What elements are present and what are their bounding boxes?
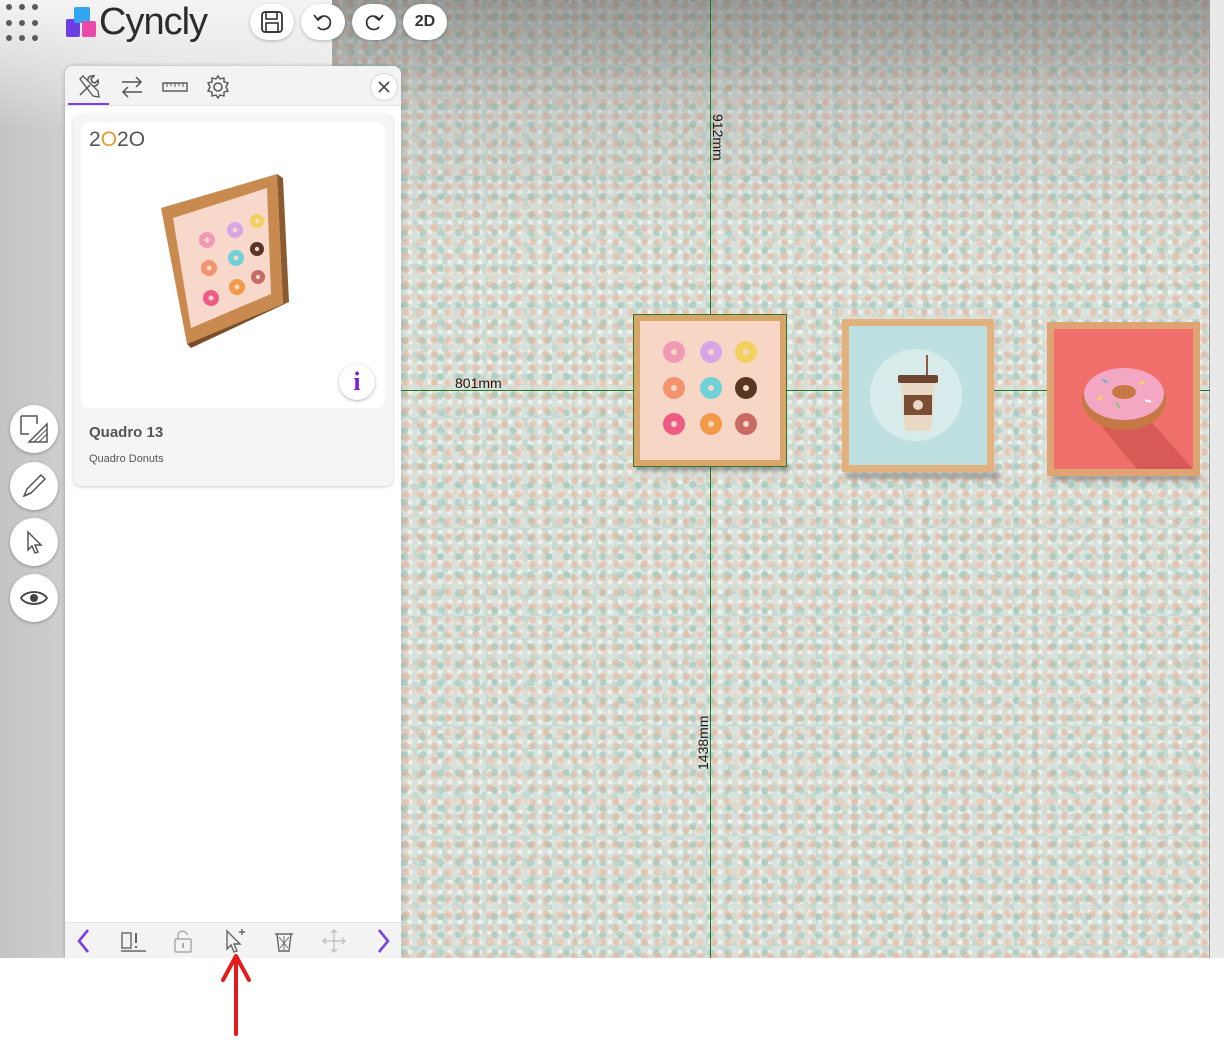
tab-measure[interactable] xyxy=(155,70,195,104)
tab-settings[interactable] xyxy=(198,70,238,104)
donut-frame[interactable] xyxy=(1047,322,1200,476)
undo-button[interactable] xyxy=(301,4,345,40)
draw-button[interactable] xyxy=(10,462,58,510)
dimension-top: 912mm xyxy=(710,114,726,161)
unlock-icon xyxy=(174,930,192,953)
next-button[interactable] xyxy=(367,925,399,957)
panel-tabs xyxy=(65,66,401,106)
dimension-left: 801mm xyxy=(455,375,502,391)
wall-edge xyxy=(1209,0,1210,958)
select-button[interactable] xyxy=(10,518,58,566)
frame-shadow xyxy=(846,471,1000,479)
coffee-frame[interactable] xyxy=(842,319,994,472)
active-tab-indicator xyxy=(68,103,109,105)
redo-button[interactable] xyxy=(352,4,396,40)
ruler-icon xyxy=(162,82,188,92)
swap-icon xyxy=(121,76,143,98)
trash-icon xyxy=(275,933,293,952)
close-panel-button[interactable] xyxy=(371,74,397,100)
product-3d-preview xyxy=(161,174,289,348)
eye-icon xyxy=(19,591,49,605)
chevron-right-icon xyxy=(377,929,390,953)
tools-icon xyxy=(79,75,100,98)
align-bottom-icon xyxy=(121,932,146,952)
product-image: 2O2O i xyxy=(81,122,385,408)
design-canvas[interactable]: 912mm 801mm 1438mm Cyncly 2D 2O2O i Quad… xyxy=(0,0,1224,958)
save-button[interactable] xyxy=(250,4,294,40)
annotation-arrow xyxy=(221,954,251,1036)
brand-logo: Cyncly xyxy=(66,0,208,43)
brand-logo-mark xyxy=(66,7,96,37)
gear-icon xyxy=(206,74,230,100)
product-name: Quadro 13 xyxy=(89,424,164,441)
floor-plan-button[interactable] xyxy=(10,405,58,453)
save-icon xyxy=(261,11,283,33)
dimension-bottom: 1438mm xyxy=(695,715,711,770)
pointer-icon xyxy=(27,530,43,554)
pointer-plus-icon xyxy=(226,929,245,953)
properties-panel: 2O2O i Quadro 13 Quadro Donuts xyxy=(65,66,401,958)
visibility-button[interactable] xyxy=(10,574,58,622)
tab-tools[interactable] xyxy=(69,70,109,104)
tab-replace[interactable] xyxy=(112,70,152,104)
lock-button[interactable] xyxy=(167,925,199,957)
brand-name: Cyncly xyxy=(99,0,208,43)
donut-artwork xyxy=(1047,322,1200,476)
product-description: Quadro Donuts xyxy=(89,453,164,465)
undo-icon xyxy=(313,14,332,31)
close-icon xyxy=(378,81,390,93)
floor-plan-icon xyxy=(20,415,48,443)
move-icon xyxy=(322,929,346,953)
app-launcher-icon[interactable] xyxy=(6,4,46,44)
pencil-icon xyxy=(22,473,47,498)
product-card[interactable]: 2O2O i Quadro 13 Quadro Donuts xyxy=(73,114,393,486)
previous-button[interactable] xyxy=(68,925,100,957)
move-button[interactable] xyxy=(318,925,350,957)
info-button[interactable]: i xyxy=(339,364,375,400)
coffee-artwork xyxy=(842,319,994,472)
redo-icon xyxy=(365,14,384,31)
align-bottom-button[interactable] xyxy=(117,925,149,957)
chevron-left-icon xyxy=(77,929,90,953)
delete-button[interactable] xyxy=(268,925,300,957)
donuts-grid-artwork xyxy=(632,313,788,468)
view-2d-button[interactable]: 2D xyxy=(403,4,447,40)
donuts-grid-frame[interactable] xyxy=(632,313,788,468)
